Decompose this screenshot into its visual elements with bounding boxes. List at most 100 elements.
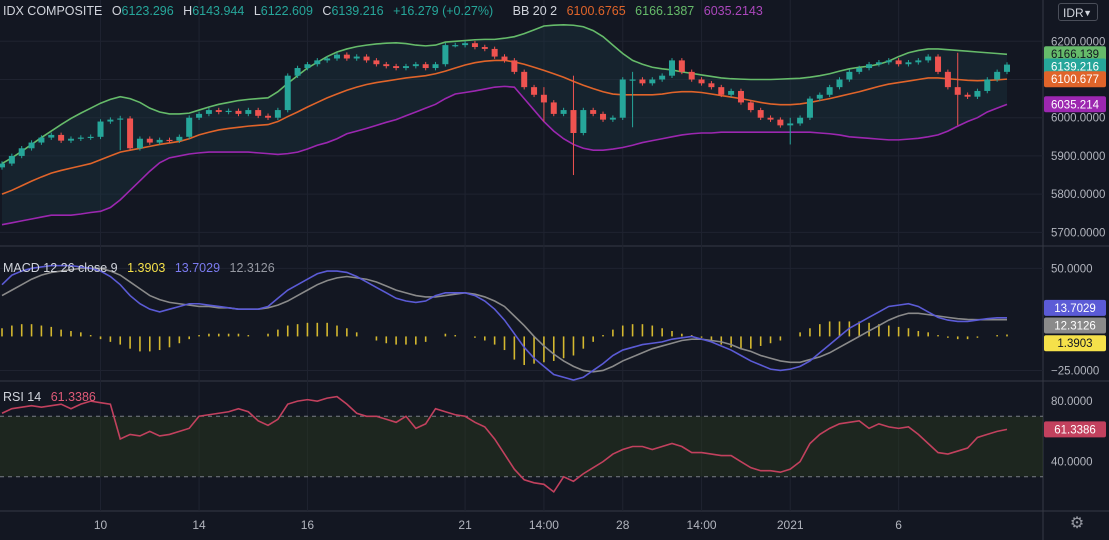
- candle-body: [127, 118, 134, 149]
- currency-select[interactable]: IDR ▼: [1058, 3, 1098, 21]
- candle-body: [521, 71, 528, 88]
- chart-root: 6200.00006100.00006000.00005900.00005800…: [0, 0, 1109, 540]
- bb-lower-badge: 6035.214: [1051, 99, 1100, 111]
- candle-body: [265, 115, 272, 118]
- candle-body: [590, 110, 597, 114]
- candle-body: [806, 98, 813, 118]
- candle-body: [363, 56, 370, 61]
- low-value: 6122.609: [260, 4, 313, 18]
- candle-body: [767, 117, 774, 120]
- bb-lower-value: 6035.2143: [703, 4, 763, 18]
- time-tick-label: 14:00: [687, 518, 717, 532]
- bb-mid-value: 6100.6765: [566, 4, 626, 18]
- candle-body: [8, 155, 15, 164]
- candle-body: [501, 56, 508, 61]
- macd-badge: 13.7029: [1054, 303, 1096, 315]
- macd-hist-value: 1.3903: [127, 261, 166, 275]
- candle-body: [915, 60, 922, 63]
- candle-body: [619, 79, 626, 118]
- candle-body: [777, 119, 784, 126]
- candle-body: [481, 47, 488, 49]
- candle-body: [816, 94, 823, 99]
- candle-body: [787, 123, 794, 126]
- candle-body: [235, 110, 242, 114]
- high-value: 6143.944: [192, 4, 245, 18]
- candle-body: [649, 79, 656, 84]
- candle-body: [856, 68, 863, 72]
- time-tick-label: 14: [192, 518, 206, 532]
- candle-body: [166, 139, 173, 142]
- candle-body: [422, 64, 429, 69]
- rsi-label[interactable]: RSI 14: [3, 390, 41, 404]
- candle-body: [757, 110, 764, 118]
- rsi-value: 61.3386: [50, 390, 96, 404]
- open-value: 6123.296: [121, 4, 174, 18]
- low-label: L: [253, 4, 261, 18]
- candle-body: [97, 121, 104, 137]
- candle-body: [87, 136, 94, 139]
- currency-label: IDR: [1063, 6, 1084, 20]
- candle-body: [205, 110, 212, 114]
- candle-body: [678, 60, 685, 72]
- macd-value: 13.7029: [174, 261, 221, 275]
- candle-body: [974, 90, 981, 97]
- candle-body: [58, 134, 65, 141]
- candle-body: [176, 136, 183, 141]
- candle-body: [688, 71, 695, 80]
- rsi-legend: RSI 14 61.3386: [3, 390, 102, 404]
- candle-body: [531, 87, 538, 95]
- candle-body: [925, 56, 932, 61]
- candle-body: [836, 79, 843, 88]
- candle-body: [38, 137, 45, 143]
- candle-body: [866, 64, 873, 69]
- candle-body: [511, 60, 518, 72]
- candle-body: [600, 113, 607, 120]
- symbol-title[interactable]: IDX COMPOSITE: [3, 4, 102, 18]
- candle-body: [560, 110, 567, 114]
- candle-body: [304, 64, 311, 69]
- candle-body: [895, 60, 902, 65]
- change-value: +16.279 (+0.27%): [393, 4, 494, 18]
- rsi-tick-label: 80.0000: [1051, 396, 1093, 408]
- candle-body: [255, 110, 262, 116]
- macd-tick-label: −25.0000: [1051, 365, 1099, 377]
- gear-icon[interactable]: ⚙: [1068, 515, 1086, 533]
- candle-body: [550, 102, 557, 114]
- candle-body: [580, 110, 587, 133]
- time-tick-label: 6: [895, 518, 902, 532]
- bb-upper-value: 6166.1387: [635, 4, 695, 18]
- candle-body: [28, 142, 35, 149]
- price-tick-label: 5900.0000: [1051, 151, 1105, 163]
- hist-badge: 1.3903: [1057, 338, 1092, 350]
- candle-body: [314, 60, 321, 65]
- candle-body: [274, 110, 281, 118]
- candle-body: [846, 71, 853, 80]
- candle-body: [826, 87, 833, 95]
- bb-label[interactable]: BB 20 2: [513, 4, 557, 18]
- candle-body: [393, 66, 400, 69]
- candle-body: [225, 110, 232, 113]
- time-tick-label: 28: [616, 518, 630, 532]
- macd-legend: MACD 12 26 close 9 1.3903 13.7029 12.312…: [3, 261, 281, 275]
- macd-label[interactable]: MACD 12 26 close 9: [3, 261, 118, 275]
- candle-body: [491, 48, 498, 57]
- candle-body: [935, 56, 942, 72]
- time-tick-label: 16: [301, 518, 315, 532]
- candle-body: [984, 79, 991, 91]
- candle-body: [659, 75, 666, 80]
- candle-body: [462, 43, 469, 46]
- candle-body: [452, 45, 459, 47]
- candle-body: [0, 163, 5, 168]
- candle-body: [718, 87, 725, 95]
- time-tick-label: 10: [94, 518, 108, 532]
- candle-body: [964, 94, 971, 97]
- candle-body: [77, 137, 84, 139]
- price-tick-label: 6000.0000: [1051, 113, 1105, 125]
- candle-body: [875, 62, 882, 65]
- time-tick-label: 2021: [777, 518, 804, 532]
- candle-body: [708, 83, 715, 88]
- open-label: O: [111, 4, 122, 18]
- price-tick-label: 5700.0000: [1051, 227, 1105, 239]
- candle-body: [146, 138, 153, 143]
- candle-body: [353, 56, 360, 59]
